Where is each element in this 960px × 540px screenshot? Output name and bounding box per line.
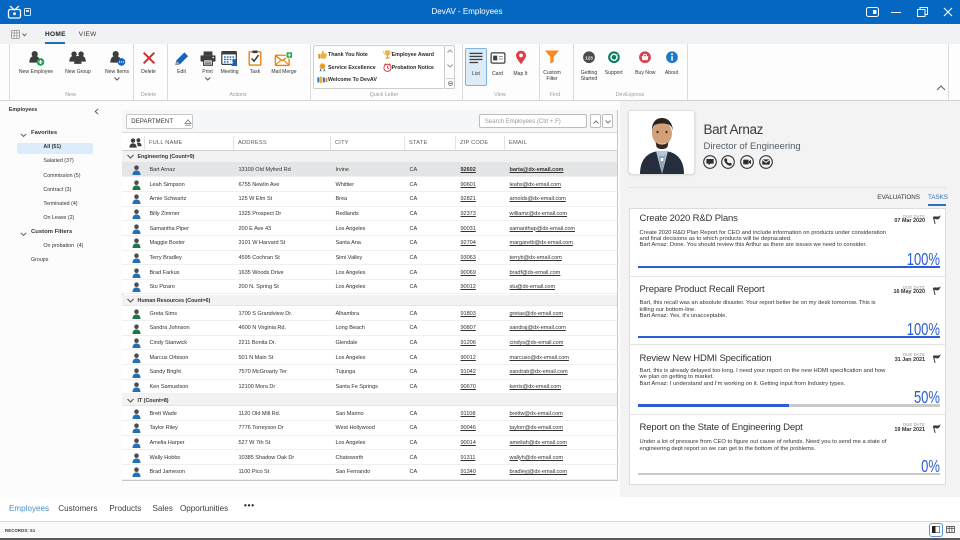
svg-text:123: 123 <box>585 55 593 60</box>
